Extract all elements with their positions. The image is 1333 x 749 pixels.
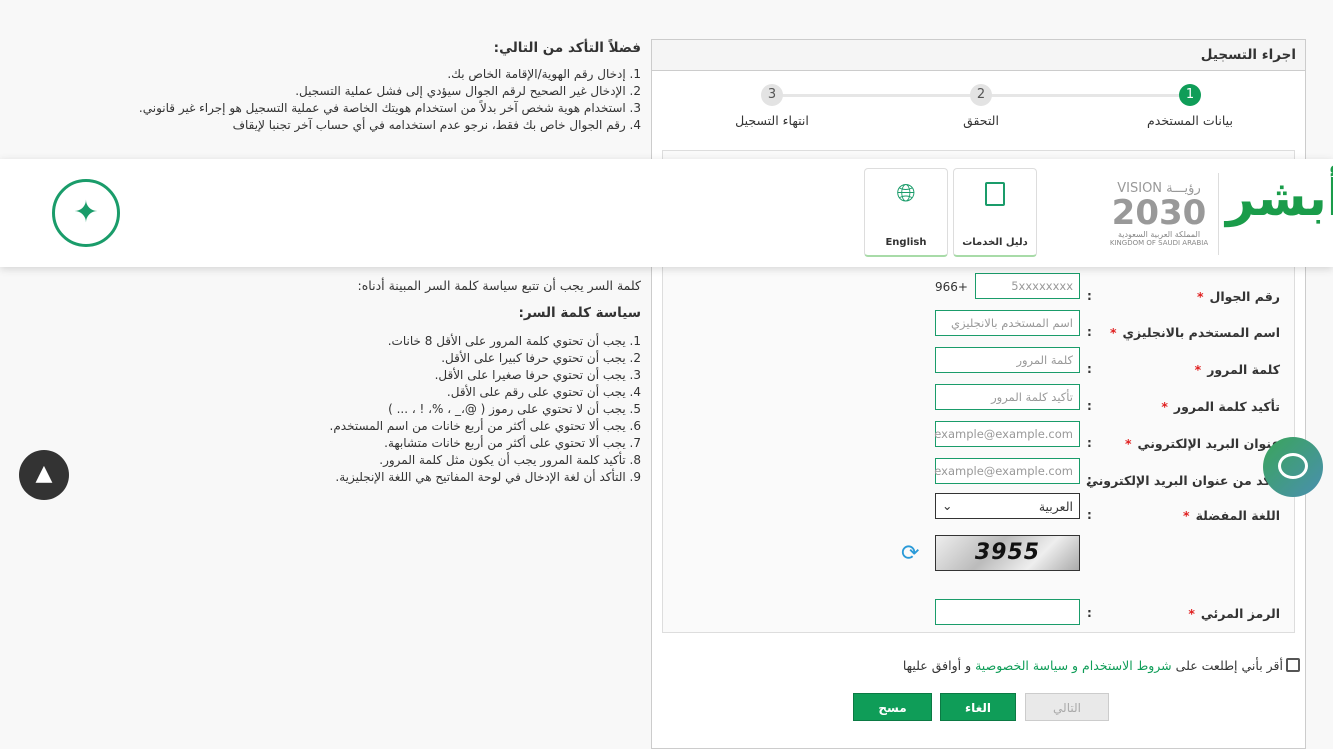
chevron-down-icon: ⌄ xyxy=(942,498,953,513)
colon: : xyxy=(1087,362,1092,376)
colon: : xyxy=(1087,399,1092,413)
policy-item: 8. تأكيد كلمة المرور يجب أن يكون مثل كلم… xyxy=(379,453,641,467)
email-input[interactable]: example@example.com xyxy=(934,421,1080,447)
policy-item: 2. يجب أن تحتوي حرفا كبيرا على الأقل. xyxy=(441,351,641,365)
mobile-label: رقم الجوال* xyxy=(1196,289,1280,304)
captcha-input[interactable] xyxy=(935,599,1080,625)
chat-bubble-icon xyxy=(1278,453,1308,479)
captcha-label: الرمز المرئي* xyxy=(1188,606,1280,621)
language-label: اللغة المفضلة* xyxy=(1183,508,1280,523)
note-item: 3. استخدام هوية شخص آخر بدلاً من استخدام… xyxy=(138,101,641,115)
language-select[interactable]: العربية ⌄ xyxy=(935,493,1080,519)
vision-2030-logo: VISION رؤيـــة 2030 المملكة العربية السع… xyxy=(1109,181,1209,247)
step-2-label: التحقق xyxy=(963,113,999,128)
password-policy: كلمة السر يجب أن تتبع سياسة كلمة السر ال… xyxy=(281,278,641,486)
colon: : xyxy=(1087,606,1092,620)
emblem-logo: ✦ xyxy=(52,179,120,247)
refresh-icon[interactable]: ⟳ xyxy=(901,541,919,566)
english-label: English xyxy=(885,237,927,248)
policy-item: 4. يجب أن تحتوي على رقم على الأقل. xyxy=(446,385,641,399)
chevron-up-icon: ▲ xyxy=(35,461,53,486)
book-icon xyxy=(985,182,1005,206)
step-1-label: بيانات المستخدم xyxy=(1147,113,1233,128)
step-2: 2 xyxy=(970,84,992,106)
terms-checkbox[interactable] xyxy=(1286,658,1300,672)
note-item: 2. الإدخال غير الصحيح لرقم الجوال سيؤدي … xyxy=(295,84,641,98)
confirm-email-label: تأكد من عنوان البريد الإلكتروني* xyxy=(1073,473,1280,488)
note-item: 1. إدخال رقم الهوية/الإقامة الخاص بك. xyxy=(447,67,641,81)
globe-icon: 🌐︎ xyxy=(896,179,916,207)
next-button[interactable]: التالي xyxy=(1025,693,1109,721)
registration-panel: اجراء التسجيل 1 2 3 بيانات المستخدم التح… xyxy=(651,39,1306,749)
email-label: عنوان البريد الإلكتروني* xyxy=(1125,436,1280,451)
policy-item: 6. يجب ألا تحتوي على أكثر من أربع خانات … xyxy=(329,419,641,433)
policy-intro: كلمة السر يجب أن تتبع سياسة كلمة السر ال… xyxy=(357,278,641,293)
step-1: 1 xyxy=(1179,84,1201,106)
username-input[interactable]: اسم المستخدم بالانجليزي xyxy=(935,310,1080,336)
site-header: ✦ 🌐︎ English دليل الخدمات VISION رؤيـــة… xyxy=(0,159,1333,267)
confirm-email-input[interactable]: example@example.com xyxy=(934,458,1080,484)
notes-title: فضلاً التأكد من التالي: xyxy=(493,40,641,56)
clear-button[interactable]: مسح xyxy=(853,693,932,721)
mobile-input[interactable]: 5xxxxxxxx xyxy=(975,273,1080,299)
note-item: 4. رقم الجوال خاص بك فقط، نرجو عدم استخد… xyxy=(232,118,641,132)
policy-item: 5. يجب أن لا تحتوي على رموز ( @،_ ، %، !… xyxy=(388,402,641,416)
password-label: كلمة المرور* xyxy=(1194,362,1280,377)
chat-button[interactable] xyxy=(1263,437,1323,497)
colon: : xyxy=(1087,508,1092,522)
services-guide-label: دليل الخدمات xyxy=(962,237,1028,248)
colon: : xyxy=(1087,325,1092,339)
absher-logo: أبشر xyxy=(1226,169,1333,227)
username-label: اسم المستخدم بالانجليزي* xyxy=(1109,325,1280,340)
policy-item: 9. التأكد أن لغة الإدخال في لوحة المفاتي… xyxy=(335,470,641,484)
scroll-top-button[interactable]: ▲ xyxy=(19,450,69,500)
policy-item: 3. يجب أن تحتوي حرفا صغيرا على الأقل. xyxy=(434,368,641,382)
panel-title: اجراء التسجيل xyxy=(652,40,1305,71)
services-guide-button[interactable]: دليل الخدمات xyxy=(953,168,1037,257)
password-input[interactable]: كلمة المرور xyxy=(935,347,1080,373)
confirm-password-input[interactable]: تأكيد كلمة المرور xyxy=(935,384,1080,410)
confirm-password-label: تأكيد كلمة المرور* xyxy=(1161,399,1280,414)
policy-title: سياسة كلمة السر: xyxy=(518,305,641,321)
english-button[interactable]: 🌐︎ English xyxy=(864,168,948,257)
terms-link[interactable]: شروط الاستخدام و سياسة الخصوصية xyxy=(975,658,1172,673)
captcha-image: 3955 xyxy=(935,535,1080,571)
policy-item: 1. يجب أن تحتوي كلمة المرور على الأقل 8 … xyxy=(387,334,641,348)
terms-text: أقر بأني إطلعت على شروط الاستخدام و سياس… xyxy=(902,658,1283,673)
policy-item: 7. يجب ألا تحتوي على أكثر من أربع خانات … xyxy=(384,436,641,450)
colon: : xyxy=(1087,289,1092,303)
colon: : xyxy=(1087,473,1092,487)
step-3: 3 xyxy=(761,84,783,106)
divider xyxy=(1218,173,1219,255)
notes-section: فضلاً التأكد من التالي: 1. إدخال رقم اله… xyxy=(121,40,641,134)
cancel-button[interactable]: الغاء xyxy=(940,693,1016,721)
colon: : xyxy=(1087,436,1092,450)
step-3-label: انتهاء التسجيل xyxy=(735,113,809,128)
country-code: +966 xyxy=(935,280,968,294)
